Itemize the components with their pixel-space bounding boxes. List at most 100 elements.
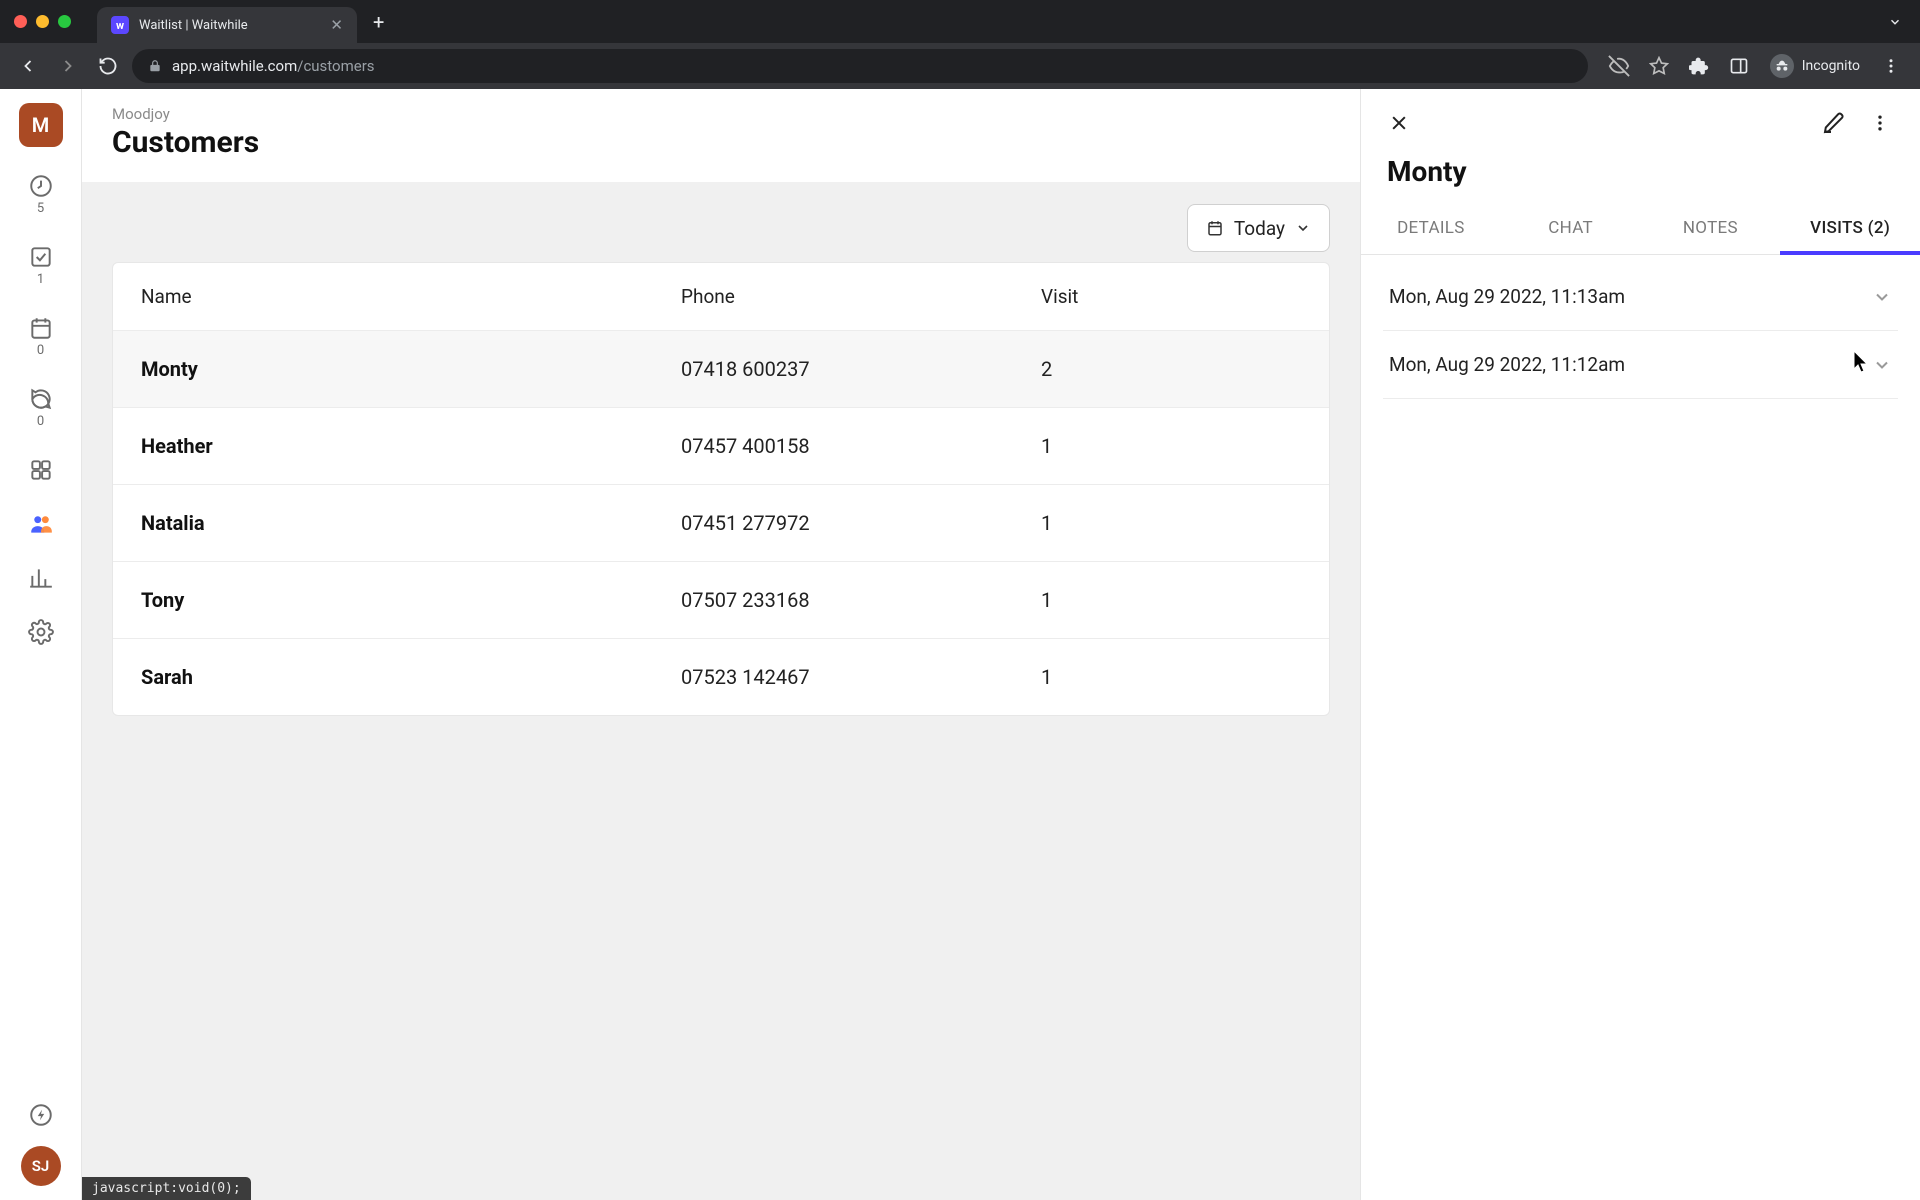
table-row[interactable]: Heather07457 4001581: [113, 407, 1329, 484]
eye-off-icon[interactable]: [1602, 49, 1636, 83]
tab-notes[interactable]: NOTES: [1641, 202, 1781, 254]
tabs-overflow-icon[interactable]: [1888, 15, 1902, 29]
calendar-icon: [28, 315, 54, 341]
cell-phone: 07523 142467: [681, 665, 1041, 689]
sidebar-count-waitlist: 5: [37, 201, 44, 216]
browser-tab-strip: w Waitlist | Waitwhile ✕ +: [0, 0, 1920, 43]
nav-back-button[interactable]: [12, 50, 44, 82]
tab-close-icon[interactable]: ✕: [330, 16, 343, 34]
customer-detail-panel: Monty DETAILS CHAT NOTES VISITS (2) Mon,…: [1360, 89, 1920, 1200]
browser-toolbar: app.waitwhile.com/customers Incognito: [0, 43, 1920, 89]
cell-visit: 2: [1041, 357, 1301, 381]
nav-forward-button[interactable]: [52, 50, 84, 82]
table-row[interactable]: Natalia07451 2779721: [113, 484, 1329, 561]
cell-phone: 07451 277972: [681, 511, 1041, 535]
address-bar[interactable]: app.waitwhile.com/customers: [132, 49, 1588, 83]
main-content: Moodjoy Customers Today Name Phone Visit…: [82, 89, 1360, 1200]
bar-chart-icon: [28, 565, 54, 591]
panel-close-button[interactable]: [1383, 107, 1415, 139]
cell-visit: 1: [1041, 511, 1301, 535]
cell-name: Tony: [141, 588, 681, 612]
app-sidebar: M 5 1 0 0: [0, 89, 82, 1200]
cell-name: Natalia: [141, 511, 681, 535]
sidebar-item-analytics[interactable]: [19, 565, 63, 591]
bookmark-star-icon[interactable]: [1642, 49, 1676, 83]
tab-title: Waitlist | Waitwhile: [139, 18, 320, 33]
people-icon: [28, 511, 54, 537]
page-header: Moodjoy Customers: [82, 89, 1360, 182]
cell-phone: 07507 233168: [681, 588, 1041, 612]
cell-visit: 1: [1041, 665, 1301, 689]
browser-tab[interactable]: w Waitlist | Waitwhile ✕: [97, 7, 357, 43]
window-minimize-button[interactable]: [36, 15, 49, 28]
tab-favicon-icon: w: [111, 16, 129, 34]
cell-visit: 1: [1041, 588, 1301, 612]
tab-details[interactable]: DETAILS: [1361, 202, 1501, 254]
window-close-button[interactable]: [14, 15, 27, 28]
nav-reload-button[interactable]: [92, 50, 124, 82]
lock-icon: [148, 59, 162, 73]
panel-edit-button[interactable]: [1816, 105, 1852, 141]
tab-visits[interactable]: VISITS (2): [1780, 202, 1920, 254]
window-controls: [14, 15, 71, 28]
sidebar-item-settings[interactable]: [19, 619, 63, 645]
table-header-row: Name Phone Visit: [113, 263, 1329, 330]
sidebar-item-calendar[interactable]: 0: [19, 315, 63, 358]
cell-name: Sarah: [141, 665, 681, 689]
calendar-small-icon: [1206, 219, 1224, 237]
panel-tabs: DETAILS CHAT NOTES VISITS (2): [1361, 202, 1920, 255]
tab-chat[interactable]: CHAT: [1501, 202, 1641, 254]
customers-table: Name Phone Visit Monty07418 6002372Heath…: [112, 262, 1330, 716]
url-domain: app.waitwhile.com: [172, 57, 297, 75]
incognito-indicator[interactable]: Incognito: [1762, 54, 1868, 78]
cell-visit: 1: [1041, 434, 1301, 458]
cell-phone: 07457 400158: [681, 434, 1041, 458]
cell-name: Heather: [141, 434, 681, 458]
visit-item[interactable]: Mon, Aug 29 2022, 11:13am: [1383, 263, 1898, 331]
sidebar-count-calendar: 0: [37, 343, 44, 358]
col-header-visit[interactable]: Visit: [1041, 285, 1301, 308]
chrome-menu-icon[interactable]: [1874, 49, 1908, 83]
date-filter-button[interactable]: Today: [1187, 204, 1330, 252]
controls-row: Today: [82, 182, 1360, 262]
new-tab-button[interactable]: +: [373, 10, 384, 34]
sidebar-count-messages: 0: [37, 414, 44, 429]
workspace-avatar[interactable]: M: [19, 103, 63, 147]
panel-more-button[interactable]: [1862, 105, 1898, 141]
visits-list: Mon, Aug 29 2022, 11:13am Mon, Aug 29 202…: [1361, 255, 1920, 407]
checkbox-icon: [28, 244, 54, 270]
sidebar-item-served[interactable]: 1: [19, 244, 63, 287]
visit-timestamp: Mon, Aug 29 2022, 11:13am: [1389, 285, 1625, 308]
chat-bubble-icon: [28, 386, 54, 412]
panel-customer-name: Monty: [1361, 149, 1920, 202]
col-header-name[interactable]: Name: [141, 285, 681, 308]
table-row[interactable]: Monty07418 6002372: [113, 330, 1329, 407]
sidebar-count-served: 1: [37, 272, 44, 287]
sidebar-item-waitlist[interactable]: 5: [19, 173, 63, 216]
browser-status-bar: javascript:void(0);: [82, 1177, 251, 1200]
cell-name: Monty: [141, 357, 681, 381]
sidebar-item-power[interactable]: [19, 1102, 63, 1128]
table-row[interactable]: Sarah07523 1424671: [113, 638, 1329, 715]
sidebar-item-apps[interactable]: [19, 457, 63, 483]
window-zoom-button[interactable]: [58, 15, 71, 28]
chevron-down-icon: [1872, 287, 1892, 307]
chevron-down-icon: [1295, 220, 1311, 236]
table-row[interactable]: Tony07507 2331681: [113, 561, 1329, 638]
side-panel-icon[interactable]: [1722, 49, 1756, 83]
sidebar-item-messages[interactable]: 0: [19, 386, 63, 429]
cell-phone: 07418 600237: [681, 357, 1041, 381]
url-path: /customers: [297, 57, 374, 75]
col-header-phone[interactable]: Phone: [681, 285, 1041, 308]
extensions-icon[interactable]: [1682, 49, 1716, 83]
incognito-label: Incognito: [1802, 58, 1860, 74]
page-title: Customers: [112, 125, 1330, 160]
breadcrumb: Moodjoy: [112, 105, 1330, 123]
bolt-icon: [28, 1102, 54, 1128]
visit-item[interactable]: Mon, Aug 29 2022, 11:12am: [1383, 331, 1898, 399]
sidebar-item-customers[interactable]: [19, 511, 63, 537]
user-avatar[interactable]: SJ: [21, 1146, 61, 1186]
date-filter-label: Today: [1234, 217, 1285, 240]
gear-icon: [28, 619, 54, 645]
clock-icon: [28, 173, 54, 199]
